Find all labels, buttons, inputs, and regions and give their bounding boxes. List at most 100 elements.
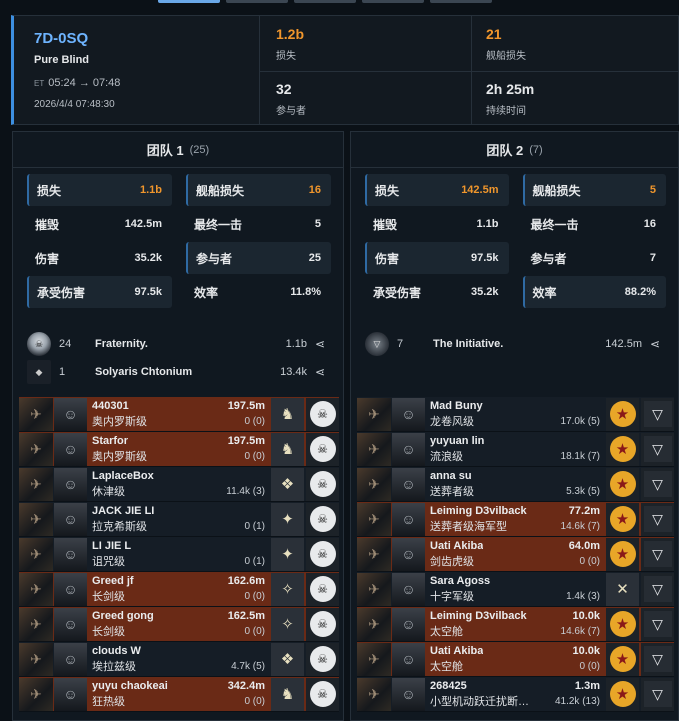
pilot-row[interactable]: ✈ ☺ Uati Akiba 64.0m 剑齿虎级 0 (0) ★ ▽ [357, 537, 674, 572]
ship-image[interactable]: ✈ [357, 677, 391, 711]
pilot-name[interactable]: LI JIE L [92, 538, 131, 554]
pilot-portrait[interactable]: ☺ [392, 537, 425, 571]
pilot-name[interactable]: JACK JIE LI [92, 503, 154, 519]
skull-icon[interactable]: ☠ [306, 642, 339, 676]
ship-image[interactable]: ✈ [357, 607, 391, 641]
view-tab[interactable] [430, 0, 492, 3]
blue-wing-icon[interactable]: ❖ [271, 642, 304, 676]
ship-name[interactable]: 埃拉兹级 [92, 659, 136, 675]
gold-emblem-icon[interactable]: ✦ [271, 537, 304, 571]
gold-emblem-icon[interactable]: ✦ [271, 502, 304, 536]
skull-icon[interactable]: ☠ [306, 467, 339, 501]
blue-wing-icon[interactable]: ❖ [271, 467, 304, 501]
pilot-name[interactable]: 268425 [430, 678, 467, 694]
pilot-name[interactable]: Greed jf [92, 573, 134, 589]
ship-name[interactable]: 长剑级 [92, 624, 125, 640]
pilot-name[interactable]: yuyuan lin [430, 433, 484, 449]
ship-name[interactable]: 小型机动跃迁扰断… [430, 694, 529, 710]
pilot-row[interactable]: ✈ ☺ 268425 1.3m 小型机动跃迁扰断… 41.2k (13) ★ ▽ [357, 677, 674, 712]
ship-name[interactable]: 拉克希斯级 [92, 519, 147, 535]
ship-name[interactable]: 诅咒级 [92, 554, 125, 570]
ship-image[interactable]: ✈ [19, 537, 53, 571]
ship-image[interactable]: ✈ [19, 502, 53, 536]
pilot-row[interactable]: ✈ ☺ yuyu chaokeai 342.4m 狂热级 0 (0) ♞ ☠ [19, 677, 339, 712]
initiative-icon[interactable]: ▽ [641, 397, 674, 431]
pilot-row[interactable]: ✈ ☺ Leiming D3vilback 77.2m 送葬者级海军型 14.6k (7)… [357, 502, 674, 537]
pilot-portrait[interactable]: ☺ [392, 572, 425, 606]
pilot-portrait[interactable]: ☺ [54, 677, 87, 711]
ship-name[interactable]: 剑齿虎级 [430, 554, 474, 570]
star-icon[interactable]: ★ [606, 467, 639, 501]
star-icon[interactable]: ★ [606, 432, 639, 466]
ship-image[interactable]: ✈ [357, 537, 391, 571]
ship-name[interactable]: 送葬者级海军型 [430, 519, 507, 535]
pilot-portrait[interactable]: ☺ [392, 397, 425, 431]
share-icon[interactable]: ⋖ [315, 337, 329, 351]
pilot-portrait[interactable]: ☺ [392, 642, 425, 676]
view-tab[interactable] [226, 0, 288, 3]
initiative-icon[interactable]: ▽ [641, 572, 674, 606]
region-name[interactable]: Pure Blind [34, 54, 89, 66]
corp-row[interactable]: ◆ 1 Solyaris Chtonium 13.4k ⋖ [27, 359, 329, 385]
ship-name[interactable]: 狂热级 [92, 694, 125, 710]
ship-image[interactable]: ✈ [357, 572, 391, 606]
initiative-icon[interactable]: ▽ [641, 607, 674, 641]
pilot-name[interactable]: LaplaceBox [92, 468, 154, 484]
ship-image[interactable]: ✈ [19, 607, 53, 641]
ship-image[interactable]: ✈ [19, 467, 53, 501]
skull-icon[interactable]: ☠ [306, 397, 339, 431]
ship-name[interactable]: 十字军级 [430, 589, 474, 605]
pilot-name[interactable]: Uati Akiba [430, 538, 483, 554]
star-icon[interactable]: ★ [606, 537, 639, 571]
ship-name[interactable]: 休津级 [92, 484, 125, 500]
pilot-row[interactable]: ✈ ☺ Starfor 197.5m 奥内罗斯级 0 (0) ♞ ☠ [19, 432, 339, 467]
initiative-icon[interactable]: ▽ [641, 642, 674, 676]
pilot-name[interactable]: Uati Akiba [430, 643, 483, 659]
pilot-portrait[interactable]: ☺ [392, 677, 425, 711]
ship-image[interactable]: ✈ [357, 502, 391, 536]
view-tab-active[interactable] [158, 0, 220, 3]
star-icon[interactable]: ★ [606, 397, 639, 431]
initiative-icon[interactable]: ▽ [641, 502, 674, 536]
star-icon[interactable]: ★ [606, 502, 639, 536]
dark-emblem-icon[interactable]: ✧ [271, 572, 304, 606]
skull-icon[interactable]: ☠ [306, 432, 339, 466]
pilot-portrait[interactable]: ☺ [54, 537, 87, 571]
pilot-portrait[interactable]: ☺ [392, 502, 425, 536]
pilot-row[interactable]: ✈ ☺ Sara Agoss 十字军级 1.4k (3) ✕ ▽ [357, 572, 674, 607]
pilot-name[interactable]: Leiming D3vilback [430, 608, 527, 624]
ship-name[interactable]: 流浪级 [430, 449, 463, 465]
pilot-row[interactable]: ✈ ☺ Greed gong 162.5m 长剑级 0 (0) ✧ ☠ [19, 607, 339, 642]
ship-image[interactable]: ✈ [19, 397, 53, 431]
pilot-row[interactable]: ✈ ☺ 440301 197.5m 奥内罗斯级 0 (0) ♞ ☠ [19, 397, 339, 432]
initiative-icon[interactable]: ▽ [641, 467, 674, 501]
pilot-name[interactable]: yuyu chaokeai [92, 678, 168, 694]
pilot-row[interactable]: ✈ ☺ Greed jf 162.6m 长剑级 0 (0) ✧ ☠ [19, 572, 339, 607]
pilot-row[interactable]: ✈ ☺ Uati Akiba 10.0k 太空舱 0 (0) ★ ▽ [357, 642, 674, 677]
star-icon[interactable]: ★ [606, 677, 639, 711]
corp-name[interactable]: The Initiative. [425, 338, 605, 350]
ship-image[interactable]: ✈ [357, 642, 391, 676]
pilot-portrait[interactable]: ☺ [54, 572, 87, 606]
crossed-swords-icon[interactable]: ✕ [606, 572, 639, 606]
pilot-portrait[interactable]: ☺ [54, 432, 87, 466]
pilot-portrait[interactable]: ☺ [392, 467, 425, 501]
star-icon[interactable]: ★ [606, 642, 639, 676]
pilot-name[interactable]: Leiming D3vilback [430, 503, 527, 519]
corp-row[interactable]: ▽ 7 The Initiative. 142.5m ⋖ [365, 331, 664, 357]
initiative-icon[interactable]: ▽ [641, 677, 674, 711]
pilot-portrait[interactable]: ☺ [54, 642, 87, 676]
ship-image[interactable]: ✈ [357, 397, 391, 431]
initiative-icon[interactable]: ▽ [641, 537, 674, 571]
pilot-row[interactable]: ✈ ☺ JACK JIE LI 拉克希斯级 0 (1) ✦ ☠ [19, 502, 339, 537]
ship-name[interactable]: 奥内罗斯级 [92, 414, 147, 430]
share-icon[interactable]: ⋖ [650, 337, 664, 351]
skull-icon[interactable]: ☠ [306, 607, 339, 641]
gold-horse-icon[interactable]: ♞ [271, 677, 304, 711]
dark-emblem-icon[interactable]: ✧ [271, 607, 304, 641]
pilot-portrait[interactable]: ☺ [54, 397, 87, 431]
pilot-name[interactable]: clouds W [92, 643, 141, 659]
pilot-name[interactable]: anna su [430, 468, 472, 484]
pilot-row[interactable]: ✈ ☺ clouds W 埃拉兹级 4.7k (5) ❖ ☠ [19, 642, 339, 677]
view-tab[interactable] [294, 0, 356, 3]
